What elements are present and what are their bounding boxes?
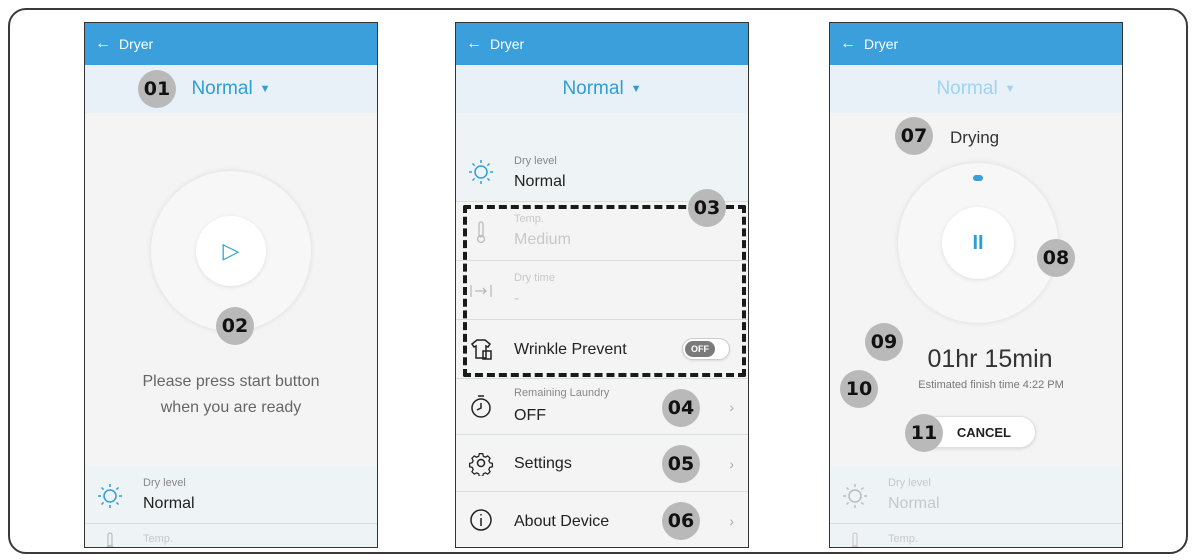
wrinkle-prevent-toggle[interactable]: OFF [682,338,730,360]
thermometer-icon [468,219,494,245]
mode-dropdown[interactable]: Normal ▼ [85,65,377,113]
settings-panel [830,465,1122,547]
thermometer-icon [842,529,868,547]
chevron-right-icon: › [729,456,734,472]
play-icon: ▷ [222,238,240,263]
cycle-status: Drying [950,128,1000,147]
back-arrow-icon[interactable]: ← [840,35,856,53]
divider [830,523,1122,524]
app-bar: ← Dryer [85,23,377,65]
settings-label: Settings [514,455,572,472]
callout-badge: 11 [905,414,943,452]
sun-icon [468,159,494,185]
settings-menu-item[interactable] [456,435,748,491]
callout-badge: 10 [840,370,878,408]
progress-indicator [973,175,983,181]
dropdown-caret-icon: ▼ [259,83,271,95]
dropdown-caret-icon: ▼ [1004,83,1016,95]
temp-value: Medium [514,231,571,248]
dry-time-row[interactable] [456,261,748,319]
phone-screen-ready: ← Dryer Normal ▼ ▷ Please press start bu… [84,22,378,548]
start-prompt-line1: Please press start button [142,373,320,390]
thermometer-icon [97,529,123,547]
back-arrow-icon[interactable]: ← [466,35,482,53]
temp-label: Temp. [143,533,173,545]
app-title: Dryer [864,36,899,52]
mode-label: Normal [562,78,624,99]
chevron-right-icon: › [729,399,734,415]
callout-badge: 08 [1037,239,1075,277]
back-arrow-icon[interactable]: ← [95,35,111,53]
temp-label: Temp. [514,213,544,225]
app-title: Dryer [490,36,525,52]
dry-level-label: Dry level [143,477,186,489]
phone-screen-running: ← Dryer Normal ▼ Drying II 01hr 15min Es… [829,22,1123,548]
callout-badge: 01 [138,70,176,108]
callout-badge: 07 [895,117,933,155]
sun-icon [842,483,868,509]
start-prompt-line2: when you are ready [160,399,302,416]
app-title: Dryer [119,36,154,52]
app-bar: ← Dryer [830,23,1122,65]
dry-time-label: Dry time [514,272,555,284]
toggle-state: OFF [685,341,715,357]
callout-badge: 04 [662,389,700,427]
mode-label: Normal [936,78,998,99]
pause-button[interactable]: II [942,207,1014,279]
callout-badge: 05 [662,445,700,483]
sun-icon [97,483,123,509]
settings-panel [85,465,377,547]
callout-badge: 03 [688,189,726,227]
gear-icon [468,450,494,476]
about-device-label: About Device [514,513,610,530]
mode-label: Normal [191,78,253,99]
start-button[interactable]: ▷ [196,216,266,286]
dry-time-value: - [514,290,520,307]
dry-level-label: Dry level [888,477,931,489]
spacer [456,113,748,143]
callout-badge: 09 [865,323,903,361]
chevron-right-icon: › [729,513,734,529]
dry-level-value: Normal [888,495,940,512]
remaining-laundry-label: Remaining Laundry [514,387,610,399]
temp-label: Temp. [888,533,918,545]
phone-screen-options: ← Dryer Normal ▼ Dry level Normal Temp. … [455,22,749,548]
wrinkle-prevent-label: Wrinkle Prevent [514,341,627,358]
dry-level-value[interactable]: Normal [143,495,195,513]
divider [85,523,377,524]
mode-dropdown: Normal ▼ [830,65,1122,113]
remaining-laundry-value: OFF [514,407,546,424]
dropdown-caret-icon: ▼ [630,83,642,95]
pause-icon: II [972,231,984,254]
wrinkle-prevent-icon [468,336,494,362]
mode-dropdown[interactable]: Normal ▼ [456,65,748,113]
app-bar: ← Dryer [456,23,748,65]
timer-icon [468,394,494,420]
callout-badge: 02 [216,307,254,345]
dry-time-icon [468,278,494,304]
info-icon [468,507,494,533]
dry-level-label: Dry level [514,155,557,167]
dry-level-value: Normal [514,173,566,190]
callout-badge: 06 [662,502,700,540]
